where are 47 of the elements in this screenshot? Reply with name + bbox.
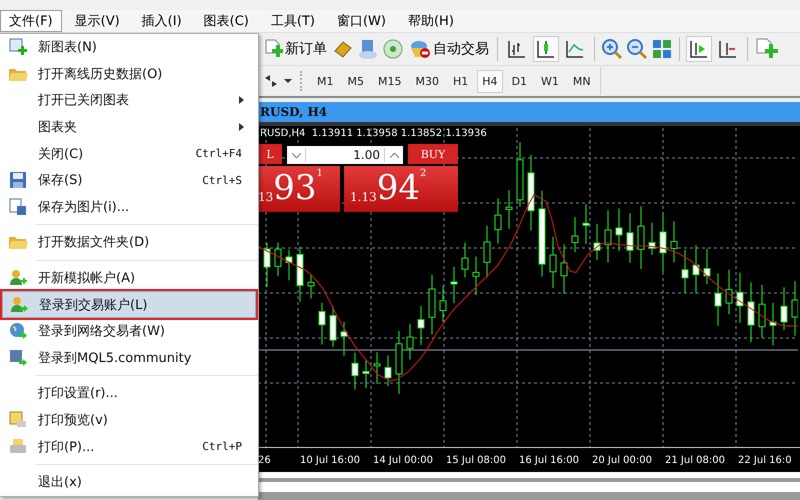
new-order-button[interactable]: 新订单 [261, 39, 329, 59]
sell-button[interactable]: L [258, 144, 282, 164]
menu-item[interactable]: 登录到MQL5.community [2, 344, 256, 372]
menu-item[interactable]: 登录到网络交易者(W) [2, 318, 256, 345]
menu-bar-item[interactable]: 文件(F) [0, 10, 62, 32]
chart-info-text: RUSD,H4 1.13911 1.13958 1.13852 1.13936 [260, 128, 487, 139]
timeframe-button[interactable]: D1 [506, 70, 532, 92]
menu-bar-item[interactable]: 工具(T) [262, 10, 324, 32]
auto-trading-button[interactable]: 自动交易 [407, 38, 491, 60]
timeframe-button[interactable]: H4 [477, 70, 503, 92]
menu-item[interactable]: 图表夹 [2, 114, 256, 140]
time-axis-label: 20 Jul 00:00 [592, 454, 653, 466]
timeframe-button[interactable]: M30 [410, 70, 444, 92]
menu-item[interactable]: 开新模拟帐户(A) [2, 264, 256, 292]
menu-bar-item[interactable]: 插入(I) [132, 10, 191, 32]
menu-item[interactable]: 打印(P)... Ctrl+P [2, 433, 256, 460]
chart-window-title: RUSD, H4 [258, 102, 800, 122]
menu-item[interactable]: 打印预览(v) [2, 406, 256, 434]
menu-item[interactable]: 登录到交易账户(L) [2, 291, 256, 318]
menu-item[interactable]: 保存(S) Ctrl+S [2, 166, 256, 194]
time-axis-label: 21 Jul 08:00 [665, 454, 726, 466]
volume-spinner[interactable]: 1.00 [285, 144, 405, 166]
time-axis-label: 15 Jul 08:00 [446, 454, 507, 466]
menu-item[interactable]: 新图表(N) [2, 34, 256, 61]
menu-item[interactable]: 退出(x) [2, 468, 256, 496]
menu-item[interactable]: 打开已关闭图表 [2, 87, 256, 114]
time-axis-label: 10 Jul 16:00 [300, 454, 361, 466]
time-axis-label: 22 Jul 16:0 [738, 454, 793, 466]
time-axis-label: 14 Jul 00:00 [373, 454, 434, 466]
menu-bar-item[interactable]: 窗口(W) [328, 10, 395, 32]
menu-bar-item[interactable]: 帮助(H) [398, 10, 463, 32]
menu-item[interactable]: 打开离线历史数据(O) [2, 60, 256, 88]
menu-item[interactable]: 打开数据文件夹(D) [2, 229, 256, 256]
menu-bar-item[interactable]: 图表(C) [194, 10, 258, 32]
menu-item[interactable]: 保存为图片(i)... [2, 194, 256, 220]
timeframe-button[interactable]: MN [568, 70, 596, 92]
timeframe-button[interactable]: H1 [448, 70, 474, 92]
menu-bar-item[interactable]: 显示(V) [66, 10, 129, 32]
menu-item[interactable]: 打印设置(r)... [2, 380, 256, 407]
time-axis-label: 26 [258, 454, 272, 466]
buy-button[interactable]: BUY [408, 144, 458, 164]
timeframe-button[interactable]: W1 [536, 70, 564, 92]
time-axis-label: 16 Jul 16:00 [519, 454, 580, 466]
timeframe-button[interactable]: M1 [312, 70, 338, 92]
timeframe-button[interactable]: M15 [373, 70, 406, 92]
timeframe-button[interactable]: M5 [342, 70, 369, 92]
menu-item[interactable]: 关闭(C) Ctrl+F4 [2, 140, 256, 167]
